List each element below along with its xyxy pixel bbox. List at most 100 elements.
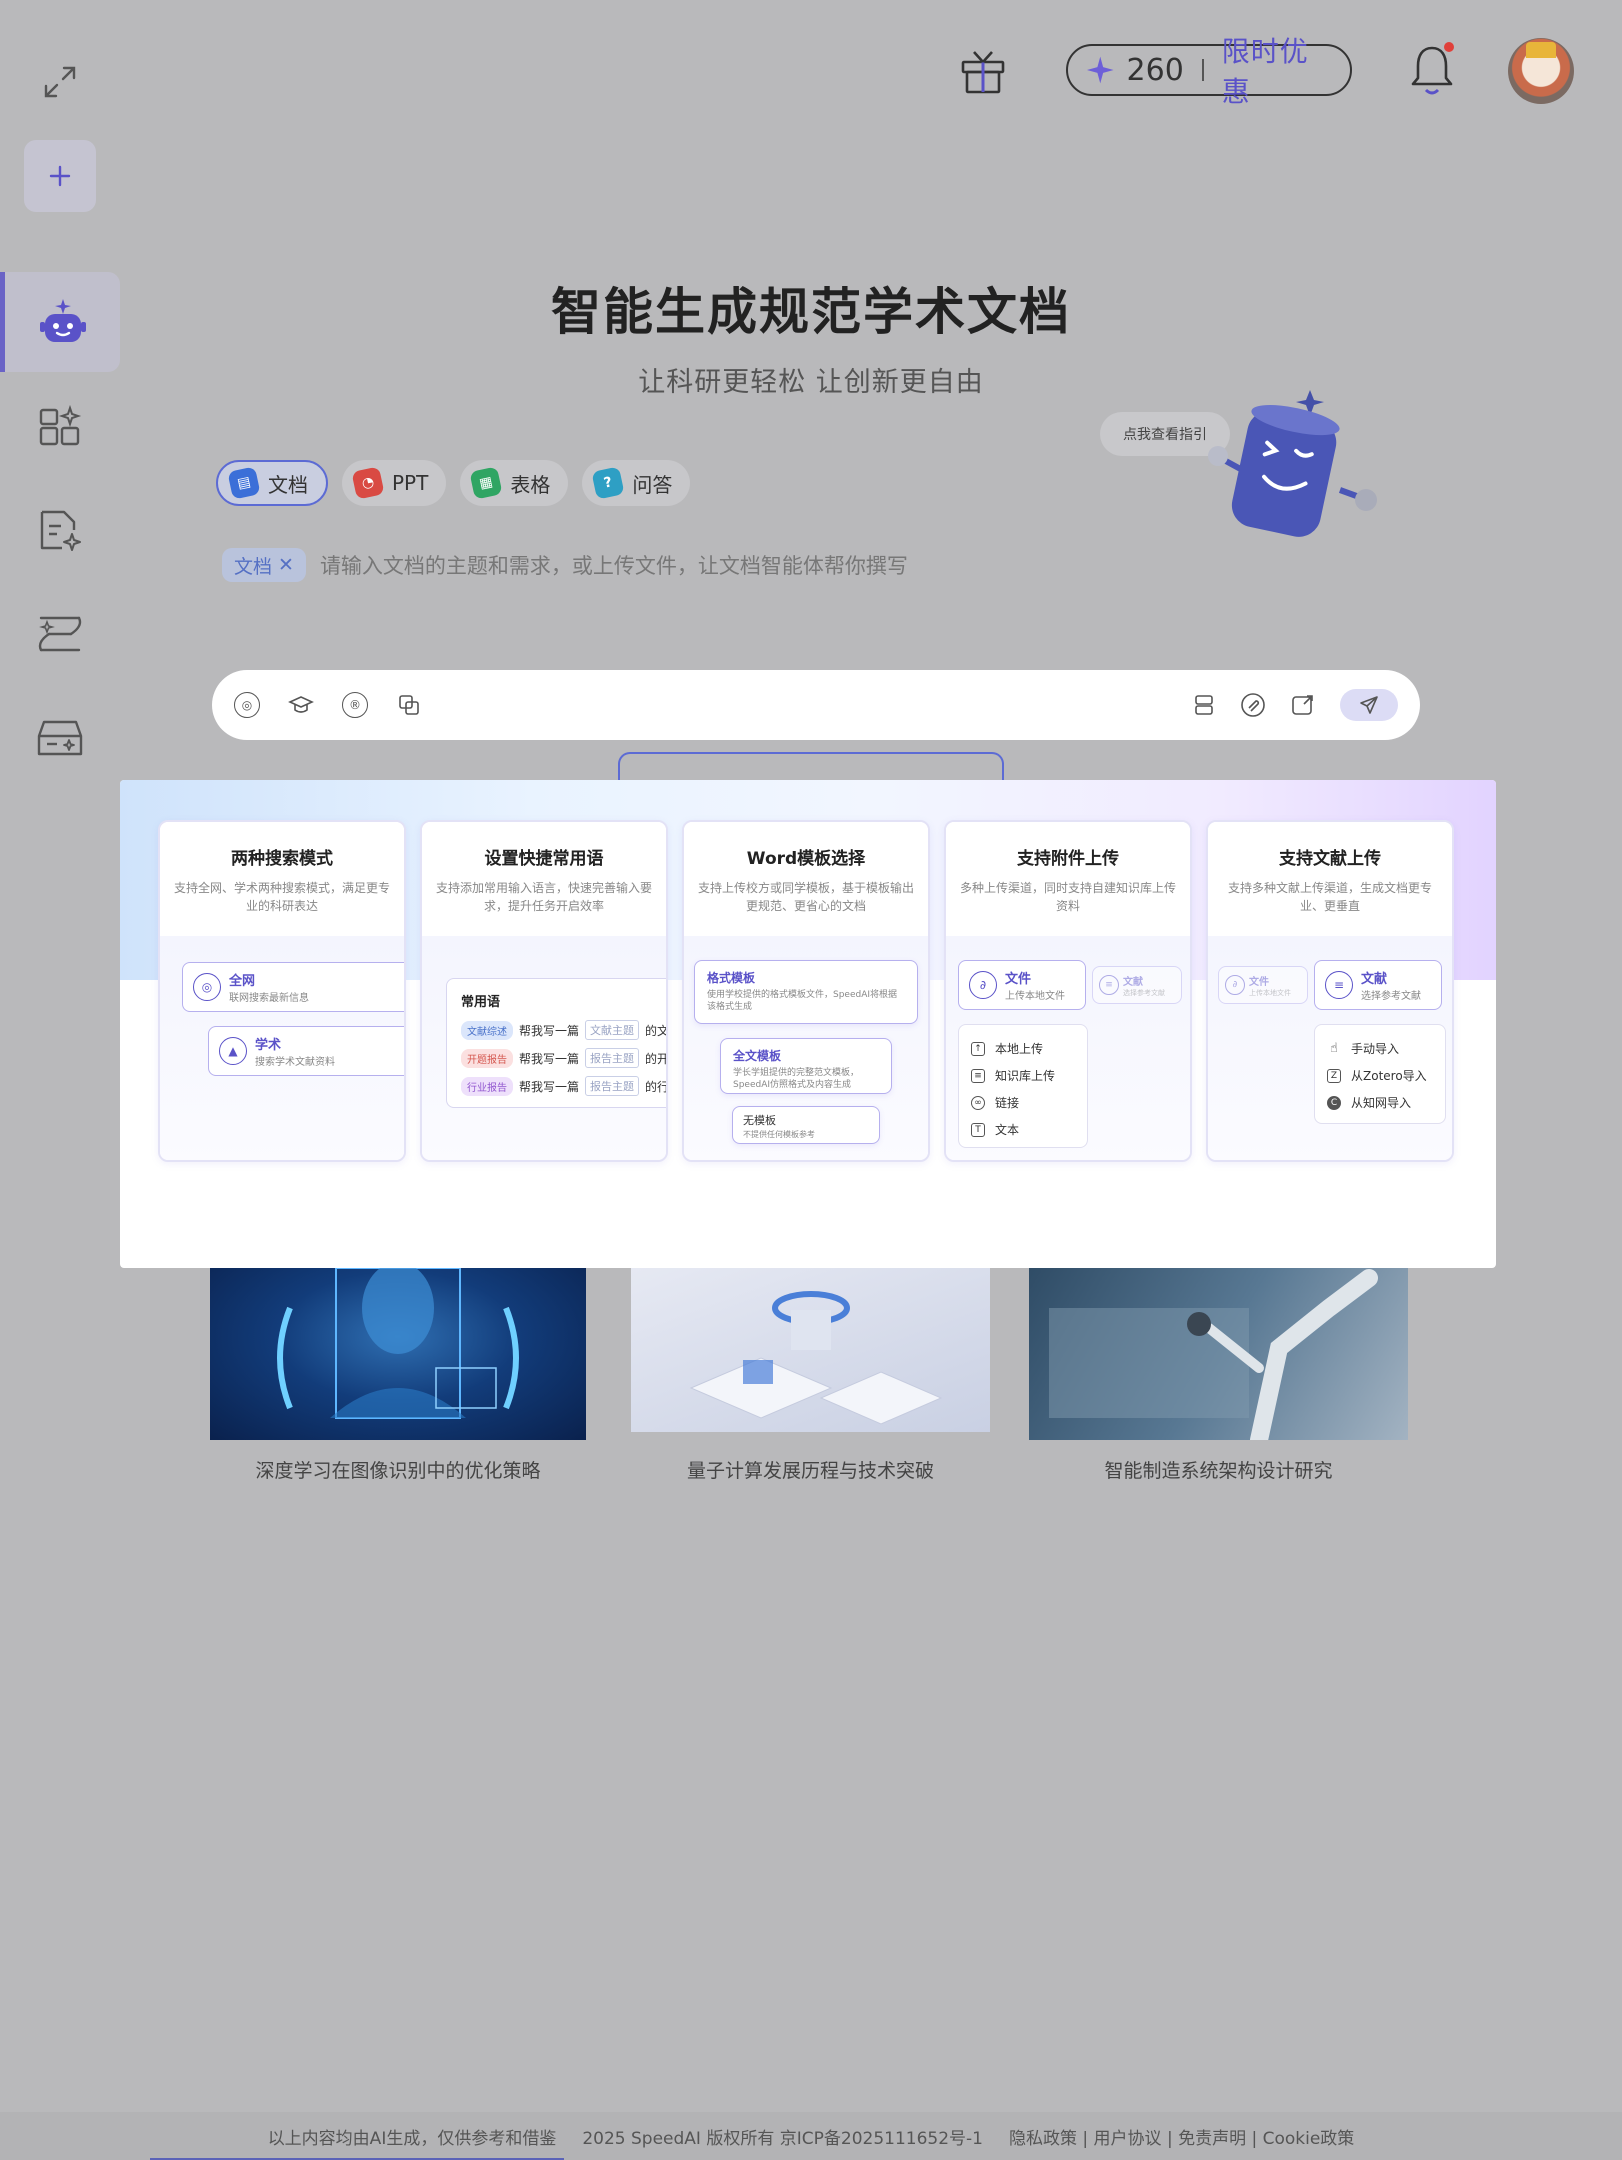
tab-label: 文档 (268, 472, 308, 497)
database-icon[interactable] (1192, 693, 1216, 717)
list-label: 本地上传 (995, 1042, 1044, 1056)
zotero-icon: Z (1327, 1068, 1341, 1083)
upload-literature-option: ≡ 文献 选择参考文献 (1092, 966, 1182, 1004)
tab-table[interactable]: ▦ 表格 (460, 460, 569, 506)
phrase-tail: 的文 (645, 1023, 668, 1038)
apps-icon (39, 404, 82, 446)
mascot-icon[interactable] (1200, 390, 1380, 540)
text-icon: T (971, 1122, 985, 1137)
list-label: 从知网导入 (1351, 1096, 1412, 1110)
attachment-icon: ∂ (969, 971, 997, 999)
mode-tabs: ▤ 文档 ◔ PPT ▦ 表格 ? 问答 (216, 460, 691, 506)
option-title: 文献 (1123, 976, 1143, 988)
list-item: ∞ 链接 (971, 1089, 1075, 1116)
search-mode-academic: ▲ 学术 搜索学术文献资料 (208, 1026, 404, 1076)
prompt-input[interactable]: 请输入文档的主题和需求，或上传文件，让文档智能体帮你撰写 (320, 550, 908, 580)
phrase-tail: 的行 (645, 1079, 668, 1094)
phrase-tag: 开题报告 (461, 1048, 513, 1068)
upload-source-list: ↑ 本地上传 ≡ 知识库上传 ∞ 链接 T 文本 (958, 1024, 1088, 1148)
copyright-icon[interactable]: ® (342, 692, 368, 718)
example-title-3[interactable]: 智能制造系统架构设计研究 (1029, 1456, 1408, 1483)
face-scan-image (277, 1268, 519, 1419)
tab-qa[interactable]: ? 问答 (582, 460, 691, 506)
footer-links[interactable]: 隐私政策 | 用户协议 | 免责声明 | Cookie政策 (1009, 2124, 1354, 2149)
tab-label: 表格 (510, 472, 551, 497)
list-item: ☝ 手动导入 (1327, 1035, 1433, 1062)
phrase-slot: 报告主题 (585, 1076, 640, 1096)
sidebar-item-workflow[interactable] (0, 584, 120, 684)
qa-tab-icon: ? (591, 466, 625, 500)
prompt-input-row[interactable]: 文档 ✕ 请输入文档的主题和需求，或上传文件，让文档智能体帮你撰写 (222, 548, 908, 582)
link-icon: ∞ (971, 1095, 985, 1110)
tab-ppt[interactable]: ◔ PPT (342, 460, 447, 506)
option-sub: 选择参考文献 (1361, 991, 1421, 1002)
card-title: 设置快捷常用语 (484, 849, 604, 869)
template-full: 全文模板 学长学姐提供的完整范文模板，SpeedAI仿照格式及内容生成 (720, 1038, 892, 1094)
search-mode-web: ◎ 全网 联网搜索最新信息 (182, 962, 404, 1012)
document-icon (40, 510, 81, 551)
plus-icon (49, 165, 71, 187)
database-icon: ≡ (1325, 971, 1353, 999)
example-thumbnail-2[interactable] (631, 1268, 990, 1432)
example-thumbnail-3[interactable] (1029, 1268, 1408, 1440)
credits-badge[interactable]: 260 限时优惠 (1066, 35, 1352, 108)
literature-source-list: ☝ 手动导入 Z 从Zotero导入 C 从知网导入 (1314, 1024, 1446, 1124)
feature-overlay[interactable]: 两种搜索模式 支持全网、学术两种搜索模式，满足更专业的科研表达 ◎ 全网 联网搜索… (120, 780, 1496, 1268)
phrase-slot: 报告主题 (585, 1048, 640, 1068)
list-item: ↑ 本地上传 (971, 1035, 1075, 1062)
feature-cards: 两种搜索模式 支持全网、学术两种搜索模式，满足更专业的科研表达 ◎ 全网 联网搜索… (158, 820, 1454, 1162)
list-item: T 文本 (971, 1116, 1075, 1143)
cnki-icon: C (1327, 1095, 1341, 1110)
highlight-outline (618, 752, 1004, 782)
gift-icon[interactable] (958, 46, 1008, 96)
option-title: 文献 (1361, 972, 1388, 987)
promo-link[interactable]: 限时优惠 (1222, 30, 1332, 110)
ppt-tab-icon: ◔ (351, 466, 385, 500)
list-item: C 从知网导入 (1327, 1089, 1433, 1116)
template-sub: 学长学姐提供的完整范文模板，SpeedAI仿照格式及内容生成 (733, 1068, 860, 1090)
template-sub: 不提供任何模板参考 (743, 1130, 815, 1139)
example-thumbnail-1[interactable] (210, 1268, 586, 1440)
example-title-2[interactable]: 量子计算发展历程与技术突破 (631, 1456, 990, 1483)
sidebar-item-archive[interactable] (0, 688, 120, 788)
close-icon[interactable]: ✕ (278, 554, 294, 576)
template-none: 无模板 不提供任何模板参考 (732, 1106, 880, 1144)
sidebar-item-documents[interactable] (0, 480, 120, 580)
card-title: 支持附件上传 (1017, 849, 1119, 869)
globe-icon[interactable]: ◎ (234, 692, 260, 718)
phrase-row: 行业报告 帮我写一篇 报告主题 的行 (461, 1076, 668, 1096)
feature-card-phrases: 设置快捷常用语 支持添加常用输入语言，快速完善输入要求，提升任务开启效率 常用语… (420, 820, 668, 1162)
chip-label: 文档 (234, 555, 273, 578)
academic-cap-icon: ▲ (219, 1037, 247, 1065)
list-label: 文本 (995, 1123, 1020, 1137)
list-label: 链接 (995, 1096, 1020, 1110)
mode-title: 全网 (229, 974, 256, 989)
feature-card-literature: 支持文献上传 支持多种文献上传渠道，生成文档更专业、更垂直 ∂ 文件 上传本地文件… (1206, 820, 1454, 1162)
share-icon[interactable] (1290, 692, 1316, 718)
academic-cap-icon[interactable] (288, 692, 314, 718)
tab-document[interactable]: ▤ 文档 (216, 460, 328, 506)
quantum-illustration (689, 1291, 943, 1425)
card-desc: 支持全网、学术两种搜索模式，满足更专业的科研表达 (173, 881, 390, 913)
hand-icon: ☝ (1330, 1041, 1338, 1056)
list-label: 知识库上传 (995, 1069, 1056, 1083)
credits-count: 260 (1126, 52, 1184, 88)
expand-icon[interactable] (40, 62, 80, 102)
phrase-row: 文献综述 帮我写一篇 文献主题 的文 (461, 1020, 668, 1040)
send-button[interactable] (1340, 689, 1398, 721)
document-tab-icon: ▤ (227, 466, 261, 500)
doc-chip[interactable]: 文档 ✕ (222, 548, 306, 582)
attachment-icon[interactable] (1240, 692, 1266, 718)
copy-icon[interactable] (396, 692, 422, 718)
template-title: 全文模板 (733, 1049, 782, 1063)
feature-card-search: 两种搜索模式 支持全网、学术两种搜索模式，满足更专业的科研表达 ◎ 全网 联网搜索… (158, 820, 406, 1162)
avatar[interactable] (1508, 38, 1574, 104)
list-label: 从Zotero导入 (1351, 1069, 1427, 1083)
example-title-1[interactable]: 深度学习在图像识别中的优化策略 (210, 1456, 586, 1483)
new-chat-button[interactable] (24, 140, 96, 212)
phrase-tail: 的开 (645, 1051, 668, 1066)
card-title: Word模板选择 (746, 849, 866, 869)
option-title: 文件 (1249, 976, 1269, 988)
attachment-icon: ∂ (1225, 975, 1245, 995)
sparkle-icon (1086, 56, 1114, 84)
